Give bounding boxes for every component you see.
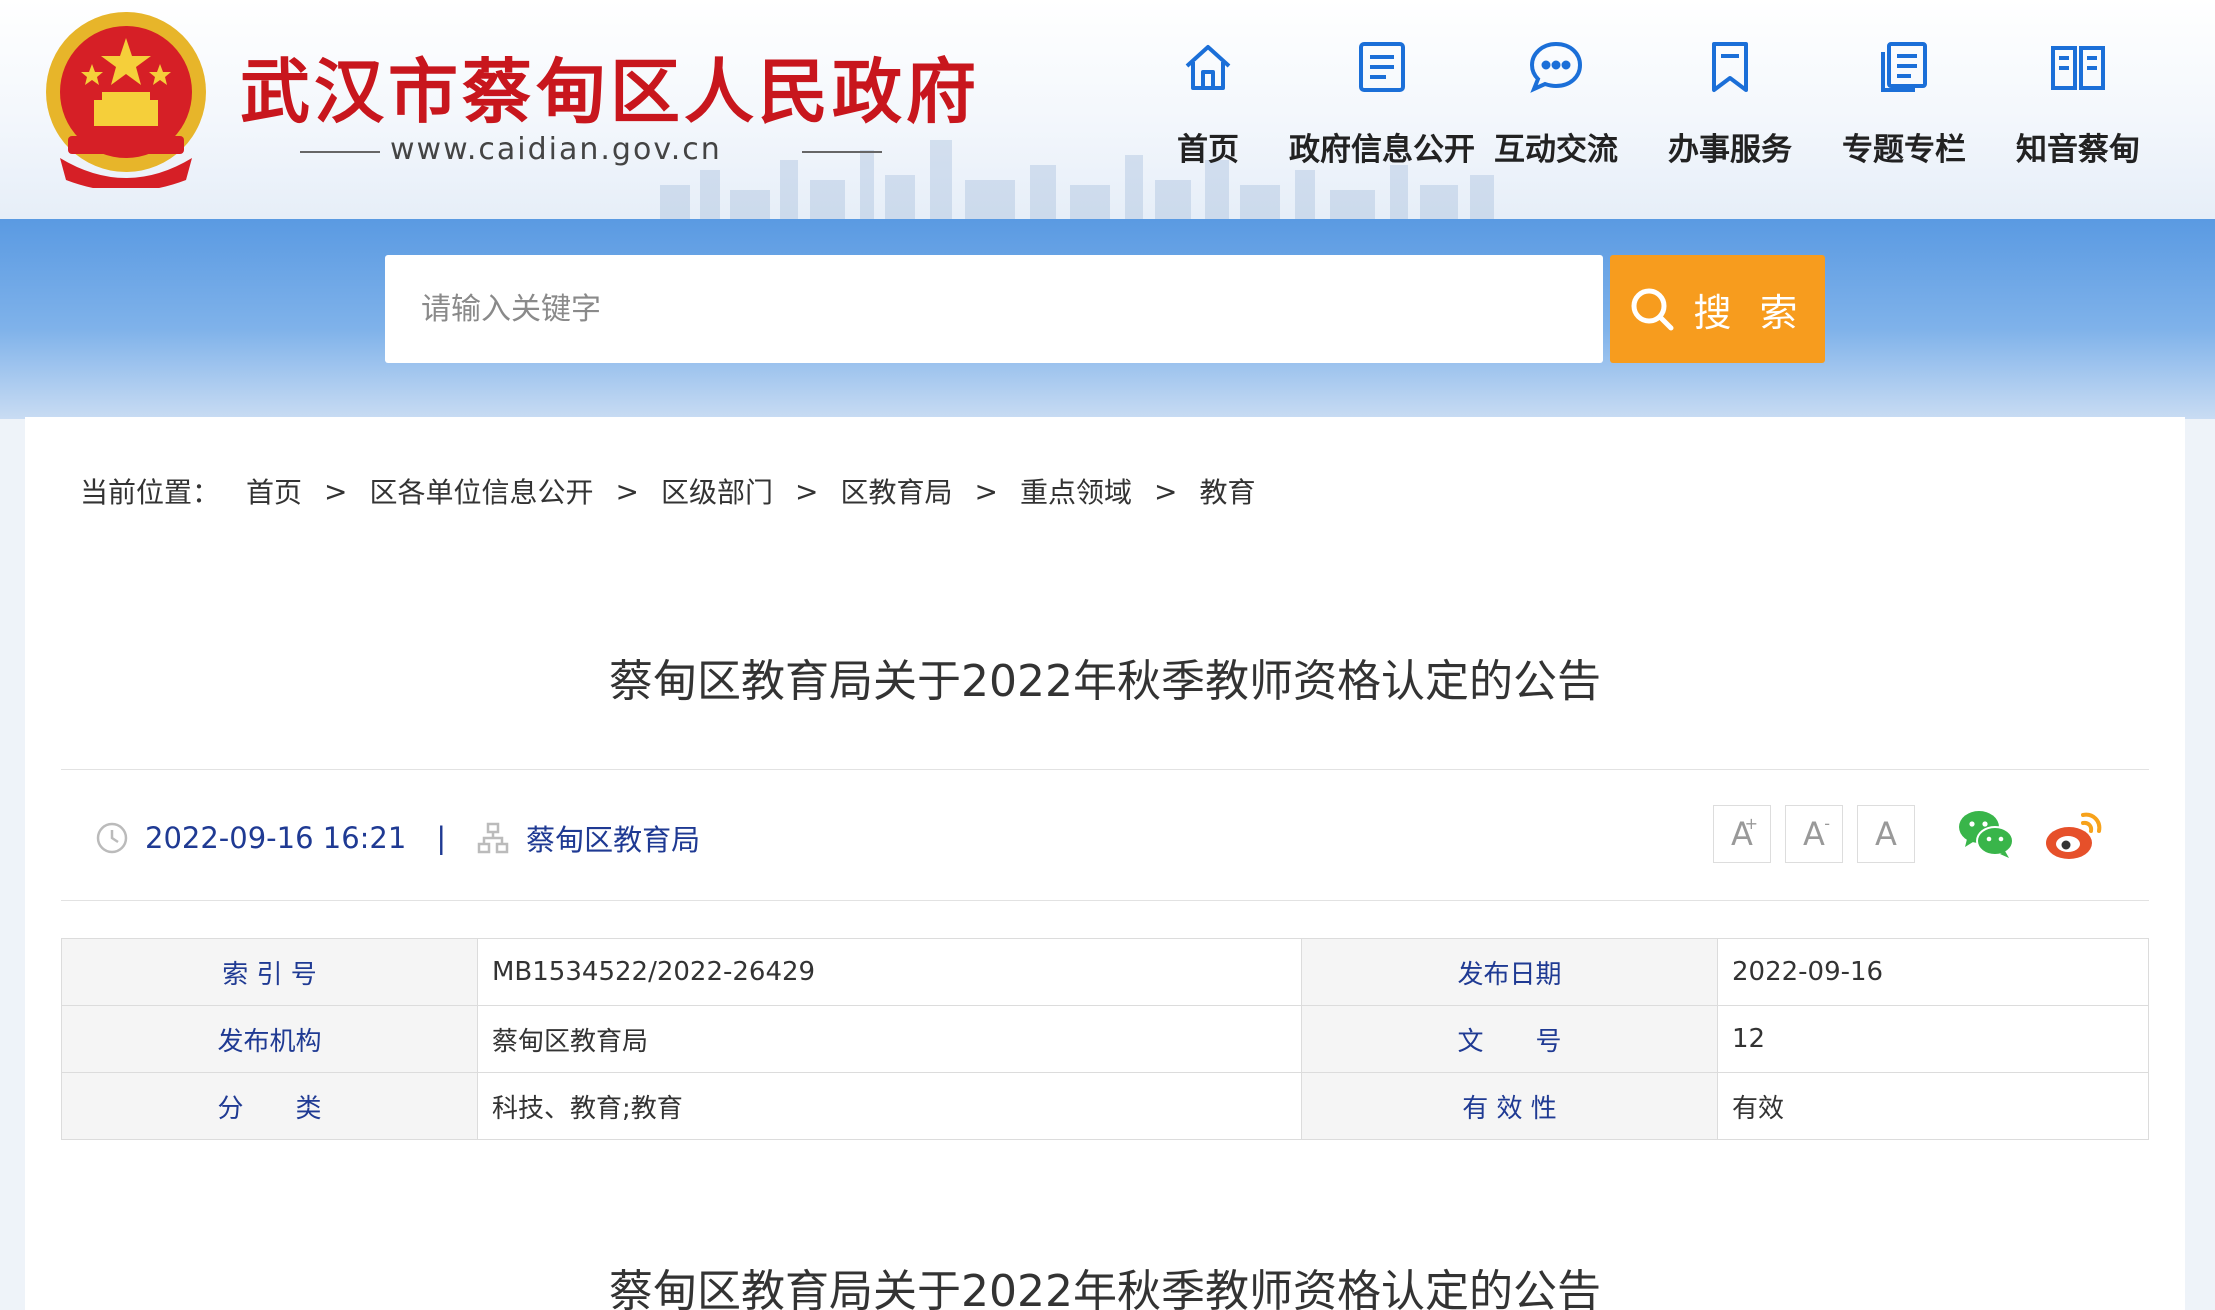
publish-datetime: 2022-09-16 16:21	[145, 821, 407, 855]
breadcrumb-dept-disclosure[interactable]: 区各单位信息公开	[370, 471, 594, 511]
publish-date-label: 发布日期	[1301, 938, 1718, 1006]
breadcrumb-separator: >	[974, 474, 998, 508]
breadcrumb-separator: >	[1153, 474, 1178, 508]
plus-mark: +	[1744, 814, 1758, 833]
share-buttons	[1955, 803, 2105, 865]
publisher: 蔡甸区教育局	[526, 823, 701, 857]
document-info-table: 索 引 号 MB1534522/2022-26429 发布日期 2022-09-…	[61, 938, 2149, 1140]
breadcrumb-key-areas[interactable]: 重点领域	[1020, 471, 1132, 511]
wechat-icon[interactable]	[1955, 803, 2017, 865]
org-chart-icon	[477, 822, 509, 854]
search-button-label: 搜 索	[1693, 290, 1806, 335]
breadcrumb-separator: >	[795, 474, 819, 508]
page-title: 蔡甸区教育局关于2022年秋季教师资格认定的公告	[609, 656, 1601, 707]
book-icon	[2051, 46, 2105, 90]
nav-interaction-label: 互动交流	[1494, 132, 1618, 168]
article-meta: 2022-09-16 16:21 | 蔡甸区教育局	[95, 817, 700, 859]
nav-home[interactable]: 首页	[1121, 30, 1295, 180]
search-input[interactable]	[385, 255, 1603, 363]
meta-separator: |	[436, 821, 447, 855]
article-body-title: 蔡甸区教育局关于2022年秋季教师资格认定的公告	[609, 1266, 1601, 1310]
publish-date-value: 2022-09-16	[1717, 938, 2149, 1006]
url-divider-left	[300, 151, 380, 153]
site-url: www.caidian.gov.cn	[390, 132, 722, 167]
font-reset-label: A	[1875, 815, 1897, 853]
font-decrease-button[interactable]: A-	[1785, 805, 1843, 863]
font-size-controls: A + A- A	[1713, 805, 1915, 863]
publishing-org-label: 发布机构	[61, 1005, 478, 1073]
site-header: 武汉市蔡甸区人民政府 www.caidian.gov.cn 首页 政府信息公开 …	[0, 0, 2215, 219]
breadcrumb-home[interactable]: 首页	[246, 471, 302, 511]
weibo-icon[interactable]	[2043, 803, 2105, 865]
font-increase-button[interactable]: A +	[1713, 805, 1771, 863]
divider	[61, 769, 2149, 770]
nav-home-label: 首页	[1177, 132, 1239, 168]
breadcrumb-education[interactable]: 教育	[1199, 471, 1255, 511]
document-number-label: 文 号	[1301, 1005, 1718, 1073]
search-icon	[1631, 288, 1674, 331]
nav-topics-label: 专题专栏	[1842, 132, 1966, 168]
category-label: 分 类	[61, 1072, 478, 1140]
nav-services-label: 办事服务	[1668, 132, 1792, 168]
nav-zhiyin-caidian-label: 知音蔡甸	[2016, 132, 2140, 168]
bookmark-icon	[1712, 42, 1748, 92]
nav-info-disclosure[interactable]: 政府信息公开	[1289, 30, 1475, 180]
content-card: 当前位置： 首页 > 区各单位信息公开 > 区级部门 > 区教育局 > 重点领域…	[25, 417, 2185, 1310]
nav-zhiyin-caidian[interactable]: 知音蔡甸	[1991, 30, 2165, 180]
index-number-label: 索 引 号	[61, 938, 478, 1006]
breadcrumb-district-depts[interactable]: 区级部门	[661, 471, 773, 511]
main-nav: 首页 政府信息公开 互动交流 办事服务 专题专栏 知音蔡甸	[1121, 30, 2165, 180]
home-icon	[1185, 45, 1231, 90]
folder-icon	[1881, 42, 1927, 92]
index-number-value: MB1534522/2022-26429	[477, 938, 1302, 1006]
nav-info-disclosure-label: 政府信息公开	[1289, 132, 1475, 168]
search-button[interactable]: 搜 索	[1610, 255, 1825, 363]
document-number-value: 12	[1717, 1005, 2149, 1073]
table-row: 索 引 号 MB1534522/2022-26429 发布日期 2022-09-…	[61, 938, 2149, 1006]
chat-icon	[1529, 41, 1583, 93]
clock-icon	[96, 822, 128, 854]
publishing-org-value: 蔡甸区教育局	[477, 1005, 1302, 1073]
validity-value: 有效	[1717, 1072, 2149, 1140]
breadcrumb-lead: 当前位置：	[80, 476, 221, 509]
breadcrumb-separator: >	[324, 474, 348, 508]
site-title[interactable]: 武汉市蔡甸区人民政府	[240, 36, 980, 137]
breadcrumb-education-bureau[interactable]: 区教育局	[840, 471, 952, 511]
breadcrumb-separator: >	[615, 474, 639, 508]
font-reset-button[interactable]: A	[1857, 805, 1915, 863]
table-row: 分 类 科技、教育;教育 有 效 性 有效	[61, 1072, 2149, 1140]
national-emblem-logo	[46, 12, 206, 188]
url-divider-right	[802, 151, 882, 153]
font-decrease-label: A	[1803, 815, 1825, 853]
document-icon	[1359, 42, 1405, 92]
divider	[61, 900, 2149, 901]
breadcrumb: 当前位置： 首页 > 区各单位信息公开 > 区级部门 > 区教育局 > 重点领域…	[80, 471, 1255, 511]
table-row: 发布机构 蔡甸区教育局 文 号 12	[61, 1005, 2149, 1073]
validity-label: 有 效 性	[1301, 1072, 1718, 1140]
category-value: 科技、教育;教育	[477, 1072, 1302, 1140]
nav-topics[interactable]: 专题专栏	[1817, 30, 1991, 180]
minus-mark: -	[1824, 814, 1830, 833]
nav-services[interactable]: 办事服务	[1643, 30, 1817, 180]
nav-interaction[interactable]: 互动交流	[1469, 30, 1643, 180]
